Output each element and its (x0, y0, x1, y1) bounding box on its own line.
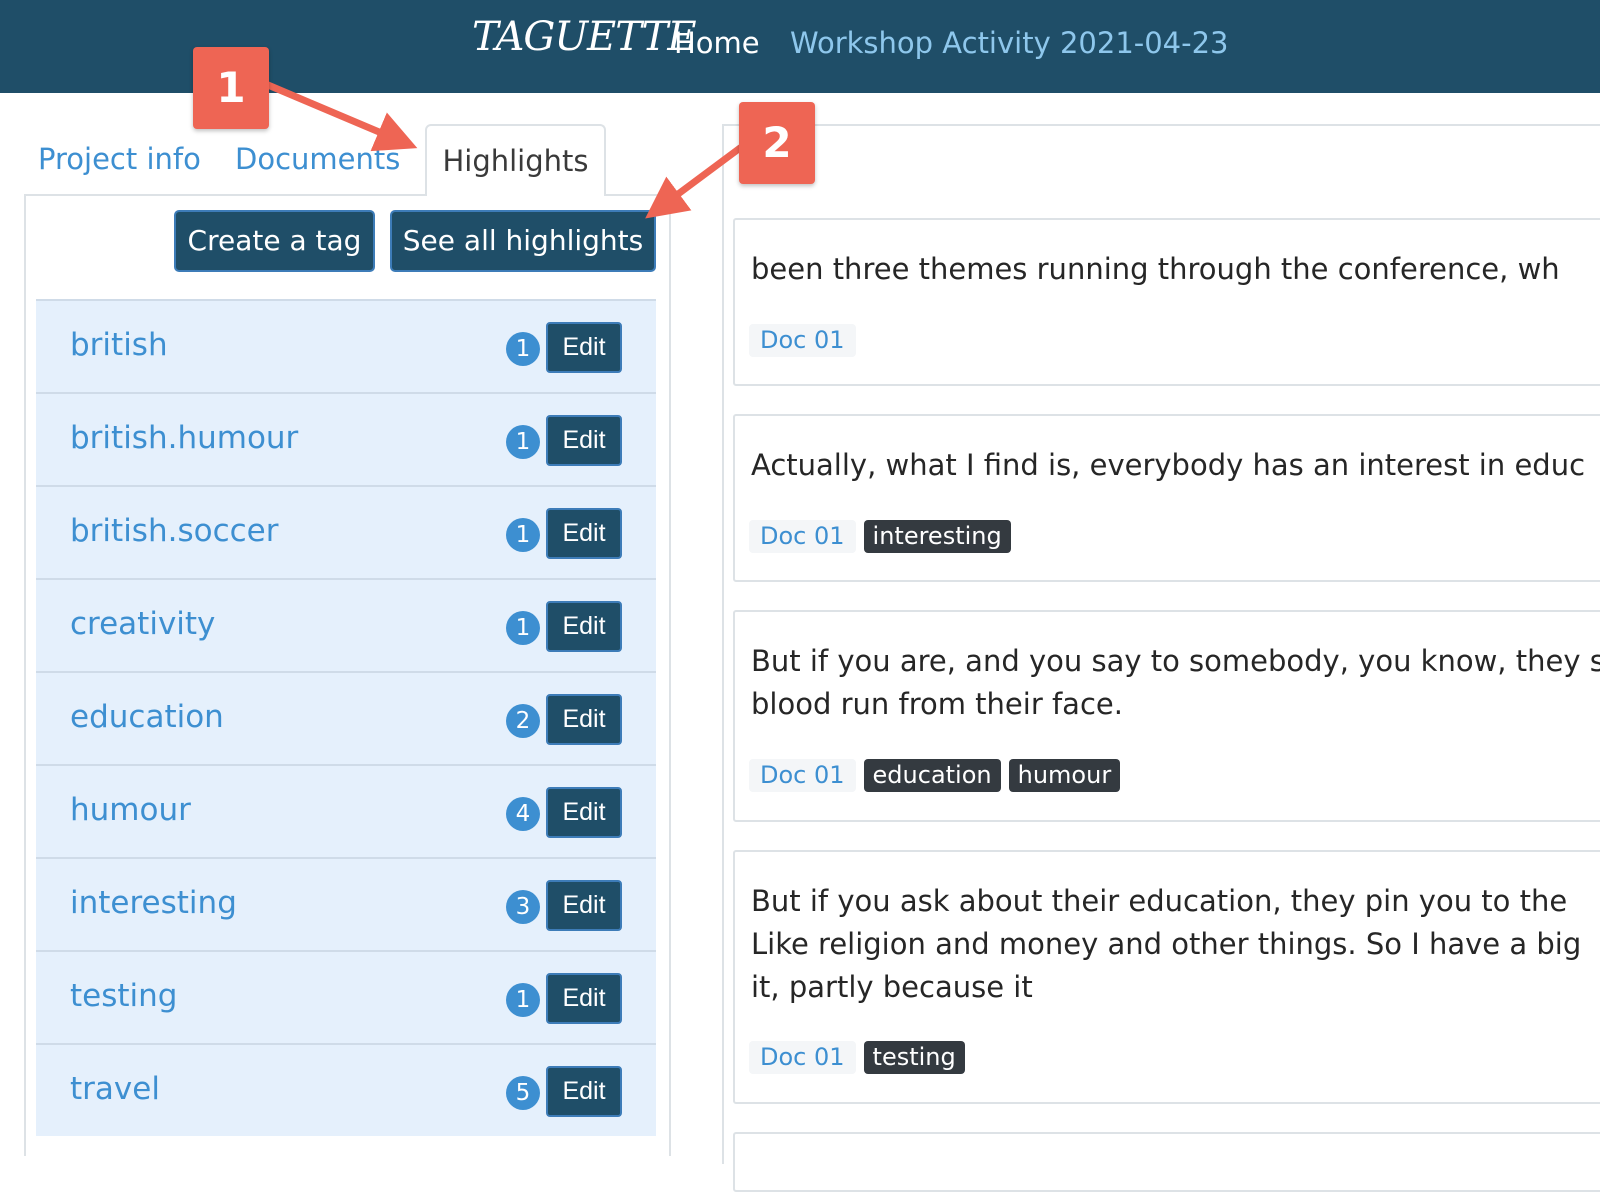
tag-name[interactable]: british.humour (70, 420, 298, 456)
tag-count-badge: 1 (506, 332, 540, 366)
tag-row[interactable]: interesting 3 Edit (36, 857, 656, 950)
edit-tag-button[interactable]: Edit (546, 508, 622, 559)
tag-name[interactable]: creativity (70, 606, 215, 642)
edit-tag-button[interactable]: Edit (546, 601, 622, 652)
highlight-tags: Doc 01 (749, 324, 856, 357)
tag-list: british 1 Edit british.humour 1 Edit bri… (36, 299, 656, 1136)
highlight-text: But if you are, and you say to somebody,… (751, 644, 1600, 721)
tag-row[interactable]: education 2 Edit (36, 671, 656, 764)
highlight-tag[interactable]: humour (1008, 759, 1121, 792)
tag-row[interactable]: creativity 1 Edit (36, 578, 656, 671)
highlight-doc-link[interactable]: Doc 01 (749, 324, 856, 357)
tag-count-badge: 1 (506, 518, 540, 552)
highlight-card: been three themes running through the co… (733, 218, 1600, 386)
tag-count-badge: 1 (506, 425, 540, 459)
tag-row[interactable]: humour 4 Edit (36, 764, 656, 857)
tag-row[interactable]: british.humour 1 Edit (36, 392, 656, 485)
nav-project-link[interactable]: Workshop Activity 2021-04-23 (790, 26, 1229, 60)
edit-tag-button[interactable]: Edit (546, 322, 622, 373)
highlight-doc-link[interactable]: Doc 01 (749, 1041, 856, 1074)
highlight-tag[interactable]: education (863, 759, 1001, 792)
highlight-text: But if you ask about their education, th… (751, 884, 1582, 1004)
brand-logo[interactable]: TAGUETTE (472, 14, 697, 60)
tag-name[interactable]: interesting (70, 885, 237, 921)
tag-count-badge: 1 (506, 611, 540, 645)
edit-tag-button[interactable]: Edit (546, 787, 622, 838)
highlight-card: But if you ask about their education, th… (733, 850, 1600, 1104)
tag-name[interactable]: humour (70, 792, 191, 828)
tab-highlights[interactable]: Highlights (425, 124, 606, 196)
see-all-highlights-button[interactable]: See all highlights (390, 210, 656, 272)
tag-row[interactable]: travel 5 Edit (36, 1043, 656, 1136)
highlight-tags: Doc 01 interesting (749, 520, 1011, 553)
highlight-text: been three themes running through the co… (751, 252, 1560, 286)
tag-name[interactable]: british (70, 327, 168, 363)
tag-count-badge: 4 (506, 797, 540, 831)
highlight-tag[interactable]: interesting (863, 520, 1011, 553)
tag-name[interactable]: education (70, 699, 224, 735)
tag-count-badge: 5 (506, 1076, 540, 1110)
tag-count-badge: 1 (506, 983, 540, 1017)
tab-documents[interactable]: Documents (235, 124, 400, 196)
tag-count-badge: 3 (506, 890, 540, 924)
highlight-tag[interactable]: testing (863, 1041, 965, 1074)
edit-tag-button[interactable]: Edit (546, 973, 622, 1024)
nav-home-link[interactable]: Home (674, 26, 760, 60)
tag-name[interactable]: british.soccer (70, 513, 278, 549)
highlight-doc-link[interactable]: Doc 01 (749, 759, 856, 792)
callout-badge-1: 1 (193, 47, 269, 129)
tag-count-badge: 2 (506, 704, 540, 738)
highlight-doc-link[interactable]: Doc 01 (749, 520, 856, 553)
tag-row[interactable]: testing 1 Edit (36, 950, 656, 1043)
create-tag-button[interactable]: Create a tag (174, 210, 375, 272)
callout-badge-2: 2 (739, 102, 815, 184)
tag-name[interactable]: testing (70, 978, 177, 1014)
edit-tag-button[interactable]: Edit (546, 1066, 622, 1117)
highlight-card (733, 1132, 1600, 1192)
tag-name[interactable]: travel (70, 1071, 160, 1107)
edit-tag-button[interactable]: Edit (546, 694, 622, 745)
highlight-tags: Doc 01 education humour (749, 759, 1121, 792)
edit-tag-button[interactable]: Edit (546, 415, 622, 466)
highlight-tags: Doc 01 testing (749, 1041, 965, 1074)
tag-row[interactable]: british.soccer 1 Edit (36, 485, 656, 578)
highlight-card: But if you are, and you say to somebody,… (733, 610, 1600, 822)
highlight-text: Actually, what I find is, everybody has … (751, 448, 1586, 482)
highlight-card: Actually, what I find is, everybody has … (733, 414, 1600, 582)
edit-tag-button[interactable]: Edit (546, 880, 622, 931)
tab-project-info[interactable]: Project info (38, 124, 201, 196)
tag-row[interactable]: british 1 Edit (36, 299, 656, 392)
